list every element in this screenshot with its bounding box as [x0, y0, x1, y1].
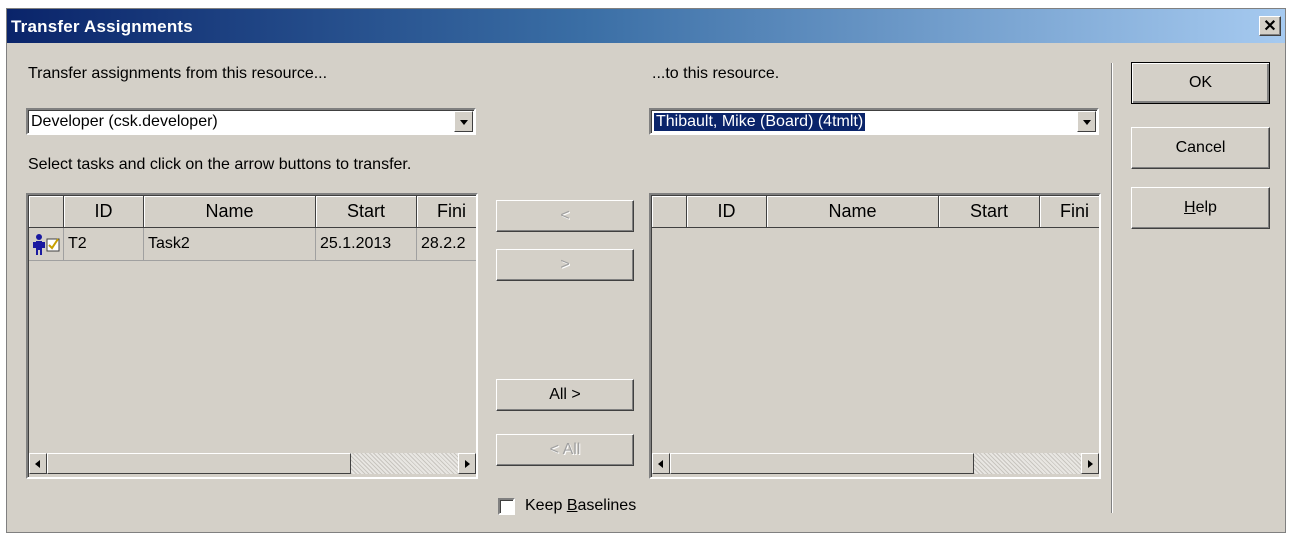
row-id: T2: [64, 228, 144, 261]
to-dropdown-arrow[interactable]: [1077, 111, 1096, 132]
transfer-all-forward-button[interactable]: All >: [496, 379, 634, 411]
transfer-assignments-dialog: Transfer Assignments ✕ Transfer assignme…: [6, 8, 1286, 533]
scroll-left-button[interactable]: [29, 453, 47, 474]
keep-baselines-label[interactable]: Keep Baselines: [525, 497, 636, 515]
help-mnemonic: H: [1184, 199, 1196, 216]
to-resource-dropdown[interactable]: Thibault, Mike (Board) (4tmlt): [649, 108, 1099, 135]
to-tasks-grid: ID Name Start Fini: [649, 193, 1101, 479]
grid-header-finish[interactable]: Fini: [1040, 196, 1099, 228]
chevron-left-icon: [35, 459, 40, 468]
to-resource-label: ...to this resource.: [652, 65, 780, 82]
dialog-title: Transfer Assignments: [11, 17, 193, 36]
grid-header-start[interactable]: Start: [939, 196, 1040, 228]
transfer-back-button[interactable]: <: [496, 200, 634, 232]
row-name: Task2: [144, 228, 316, 261]
help-label-rest: elp: [1195, 199, 1217, 216]
grid-header-id[interactable]: ID: [687, 196, 767, 228]
vertical-separator: [1111, 63, 1113, 513]
scroll-right-button[interactable]: [458, 453, 476, 474]
grid-header-indicator: [652, 196, 687, 228]
keep-baselines-text-pre: Keep: [525, 497, 567, 514]
cancel-button[interactable]: Cancel: [1131, 127, 1270, 169]
chevron-down-icon: [459, 119, 468, 125]
grid-header-start[interactable]: Start: [316, 196, 417, 228]
from-resource-dropdown[interactable]: Developer (csk.developer): [26, 108, 476, 135]
scroll-left-button[interactable]: [652, 453, 670, 474]
ok-button[interactable]: OK: [1131, 62, 1270, 104]
title-bar[interactable]: Transfer Assignments ✕: [7, 9, 1285, 43]
scroll-thumb[interactable]: [670, 453, 974, 474]
help-button[interactable]: Help: [1131, 187, 1270, 229]
grid-header-finish[interactable]: Fini: [417, 196, 476, 228]
instruction-label: Select tasks and click on the arrow butt…: [28, 156, 412, 173]
close-icon: ✕: [1263, 18, 1277, 35]
row-finish: 28.2.2: [417, 228, 476, 261]
chevron-right-icon: [1088, 459, 1093, 468]
transfer-all-back-button[interactable]: < All: [496, 434, 634, 466]
chevron-left-icon: [658, 459, 663, 468]
keep-baselines-checkbox[interactable]: [498, 498, 515, 515]
row-start: 25.1.2013: [316, 228, 417, 261]
grid-header-id[interactable]: ID: [64, 196, 144, 228]
grid-header-indicator: [29, 196, 64, 228]
resource-task-icon: [33, 234, 60, 255]
keep-baselines-mnemonic: B: [566, 497, 578, 514]
scroll-right-button[interactable]: [1081, 453, 1099, 474]
from-horizontal-scrollbar[interactable]: [29, 453, 476, 474]
to-horizontal-scrollbar[interactable]: [652, 453, 1099, 474]
chevron-right-icon: [465, 459, 470, 468]
keep-baselines-text-post: aselines: [577, 497, 637, 514]
row-indicator-cell: [29, 228, 64, 261]
grid-header-name[interactable]: Name: [144, 196, 316, 228]
from-tasks-grid: ID Name Start Fini T2 Task2 25.1.2013 28…: [26, 193, 478, 479]
chevron-down-icon: [1082, 119, 1091, 125]
transfer-forward-button[interactable]: >: [496, 249, 634, 281]
close-button[interactable]: ✕: [1259, 16, 1281, 36]
from-dropdown-arrow[interactable]: [454, 111, 473, 132]
from-resource-label: Transfer assignments from this resource.…: [28, 65, 328, 82]
to-resource-value: Thibault, Mike (Board) (4tmlt): [654, 113, 866, 131]
grid-header-name[interactable]: Name: [767, 196, 939, 228]
from-resource-value: Developer (csk.developer): [31, 113, 218, 130]
scroll-thumb[interactable]: [47, 453, 351, 474]
